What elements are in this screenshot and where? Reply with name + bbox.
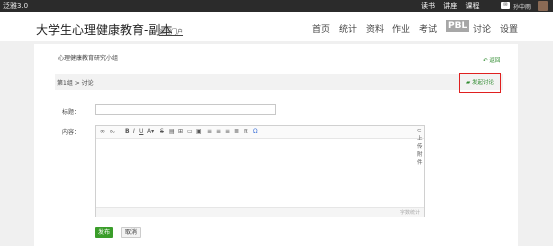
- content-editor[interactable]: ∞ ⧜ B I U A▾ S ▤ ⊞ ▭ ▣ ≡ ≡ ≡ ≣ π Ω ⊂ 上传附…: [95, 125, 425, 217]
- strikethrough-icon[interactable]: S: [160, 128, 164, 135]
- nav-stats[interactable]: 统计: [339, 22, 357, 35]
- bold-icon[interactable]: B: [125, 128, 130, 135]
- font-color-icon[interactable]: A▾: [147, 128, 154, 135]
- nav-discussion[interactable]: 讨论: [473, 22, 491, 35]
- paste-icon[interactable]: ▤: [169, 128, 175, 135]
- italic-icon[interactable]: I: [133, 128, 135, 135]
- justify-icon[interactable]: ≣: [234, 128, 239, 135]
- title-input[interactable]: [95, 104, 276, 115]
- link-icon[interactable]: ∞: [100, 128, 105, 135]
- user-name[interactable]: 孙中雨: [513, 2, 531, 11]
- nav-pbl[interactable]: PBL: [446, 20, 470, 32]
- comment-icon: ▰: [466, 80, 471, 86]
- formula-icon[interactable]: π: [244, 128, 248, 135]
- table-icon[interactable]: ⊞: [178, 128, 183, 135]
- breadcrumb-bar: [55, 74, 503, 90]
- nav-home[interactable]: 首页: [312, 22, 330, 35]
- top-nav: 读书 讲座 课程: [421, 1, 485, 11]
- new-discussion-label: 发起讨论: [471, 80, 494, 86]
- new-discussion-button[interactable]: ▰ 发起讨论: [459, 73, 501, 93]
- top-bar: 泛雅3.0 读书 讲座 课程 ✉ 孙中雨: [0, 0, 553, 12]
- special-char-icon[interactable]: Ω: [253, 128, 258, 135]
- mail-icon[interactable]: ✉: [501, 2, 510, 9]
- back-arrow-icon: ↶: [483, 58, 488, 64]
- editor-toolbar: ∞ ⧜ B I U A▾ S ▤ ⊞ ▭ ▣ ≡ ≡ ≡ ≣ π Ω ⊂ 上传附…: [96, 126, 424, 166]
- back-link[interactable]: ↶ 返回: [483, 56, 500, 64]
- avatar[interactable]: [538, 1, 548, 11]
- word-count-label: 字数统计: [399, 210, 420, 216]
- breadcrumb[interactable]: 第1组 > 讨论: [57, 78, 94, 87]
- cancel-button[interactable]: 取消: [121, 227, 141, 238]
- underline-icon[interactable]: U: [139, 128, 143, 135]
- unlink-icon[interactable]: ⧜: [110, 128, 115, 136]
- nav-exam[interactable]: 考试: [419, 22, 437, 35]
- image-icon[interactable]: ▣: [196, 128, 202, 135]
- title-label: 标题：: [62, 109, 81, 116]
- video-icon[interactable]: ▭: [187, 128, 193, 135]
- word-count-bar: 字数统计: [96, 207, 424, 217]
- align-center-icon[interactable]: ≡: [216, 128, 221, 135]
- top-nav-lecture[interactable]: 讲座: [443, 2, 457, 10]
- content-label: 内容：: [62, 129, 81, 136]
- brand-logo: 泛雅3.0: [3, 2, 29, 10]
- nav-settings[interactable]: 设置: [500, 22, 518, 35]
- paperclip-icon: ⊂: [417, 128, 422, 134]
- course-title: 大学生心理健康教育-副本: [36, 23, 173, 37]
- publish-button[interactable]: 发布: [95, 227, 113, 238]
- align-left-icon[interactable]: ≡: [207, 128, 212, 135]
- group-title: 心理健康教育研究小组: [58, 55, 119, 62]
- nav-materials[interactable]: 资料: [366, 22, 384, 35]
- upload-attachment-button[interactable]: ⊂ 上传附件: [417, 128, 424, 166]
- back-label: 返回: [489, 58, 501, 64]
- top-nav-reading[interactable]: 读书: [421, 2, 435, 10]
- course-portal-link[interactable]: 课程门户: [159, 27, 183, 36]
- upload-attachment-label: 上传附件: [417, 136, 423, 166]
- align-right-icon[interactable]: ≡: [225, 128, 230, 135]
- top-nav-course[interactable]: 课程: [465, 2, 479, 10]
- nav-homework[interactable]: 作业: [392, 22, 410, 35]
